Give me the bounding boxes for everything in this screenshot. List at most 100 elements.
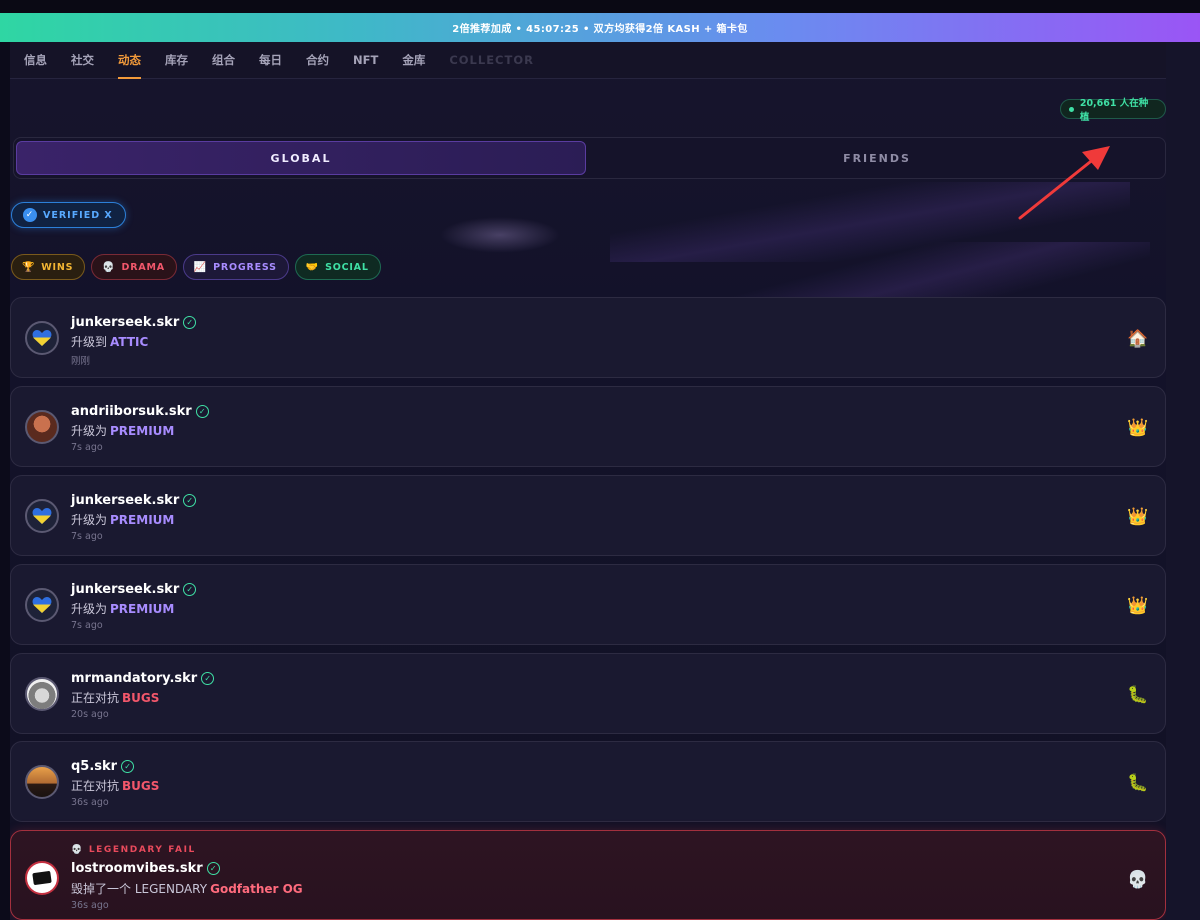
tab-feed[interactable]: 动态 <box>118 42 141 79</box>
skull-icon: 💀 <box>71 845 84 855</box>
skull-icon: 💀 <box>102 261 116 273</box>
background-glow <box>440 217 560 253</box>
feed-item-legendary-fail[interactable]: 💀 LEGENDARY FAIL lostroomvibes.skr ✓ 毁掉了… <box>10 830 1166 920</box>
trophy-icon: 🏆 <box>22 261 36 273</box>
username-text: mrmandatory.skr <box>71 671 198 686</box>
verified-check-icon: ✓ <box>195 405 209 418</box>
window-top-strip <box>0 0 1200 13</box>
timestamp: 7s ago <box>71 620 103 631</box>
timestamp: 7s ago <box>71 442 103 453</box>
activity-text: 升级为 PREMIUM <box>71 511 174 528</box>
feed-item[interactable]: q5.skr ✓ 正在对抗 BUGS 36s ago 🐛 <box>10 741 1166 822</box>
username[interactable]: andriiborsuk.skr ✓ <box>71 404 209 419</box>
action-target: Godfather OG <box>210 882 303 896</box>
avatar[interactable] <box>25 765 59 799</box>
username-text: q5.skr <box>71 759 118 774</box>
verified-filter-chip[interactable]: ✓ VERIFIED X <box>11 202 126 228</box>
top-tab-bar: 信息 社交 动态 库存 组合 每日 合约 NFT 金库 COLLECTOR <box>10 42 1166 79</box>
verified-check-icon: ✓ <box>206 862 220 875</box>
feed-item[interactable]: junkerseek.skr ✓ 升级到 ATTIC 刚刚 🏠 <box>10 297 1166 378</box>
action-verb: 毁掉了一个 LEGENDARY <box>71 882 208 896</box>
username[interactable]: junkerseek.skr ✓ <box>71 493 197 508</box>
activity-text: 升级为 PREMIUM <box>71 422 174 439</box>
filter-drama-chip[interactable]: 💀 DRAMA <box>91 254 177 280</box>
action-verb: 升级到 <box>71 335 108 349</box>
action-verb: 正在对抗 <box>71 691 120 705</box>
avatar[interactable] <box>25 677 59 711</box>
avatar[interactable] <box>25 321 59 355</box>
action-verb: 升级为 <box>71 424 108 438</box>
username-text: andriiborsuk.skr <box>71 404 192 419</box>
action-target: BUGS <box>122 779 160 793</box>
scope-toggle: GLOBAL FRIENDS <box>13 137 1166 179</box>
username[interactable]: q5.skr ✓ <box>71 759 135 774</box>
main-panel: 信息 社交 动态 库存 组合 每日 合约 NFT 金库 COLLECTOR 20… <box>10 42 1166 920</box>
action-verb: 正在对抗 <box>71 779 120 793</box>
avatar[interactable] <box>25 861 59 895</box>
verified-filter-label: VERIFIED X <box>43 209 113 221</box>
avatar[interactable] <box>25 588 59 622</box>
filter-drama-label: DRAMA <box>121 261 165 273</box>
handshake-icon: 🤝 <box>305 261 320 273</box>
tab-info[interactable]: 信息 <box>24 42 47 79</box>
crown-icon: 👑 <box>1127 507 1149 526</box>
username[interactable]: lostroomvibes.skr ✓ <box>71 861 220 876</box>
action-target: PREMIUM <box>110 602 175 616</box>
online-dot-icon <box>1069 106 1074 112</box>
tab-contracts[interactable]: 合约 <box>306 42 329 79</box>
timestamp: 7s ago <box>71 531 103 542</box>
action-target: ATTIC <box>110 335 149 349</box>
avatar[interactable] <box>25 499 59 533</box>
filter-social-label: SOCIAL <box>325 261 369 273</box>
filter-wins-chip[interactable]: 🏆 WINS <box>11 254 86 280</box>
timestamp: 36s ago <box>71 797 109 808</box>
verified-check-icon: ✓ <box>183 316 197 329</box>
filter-social-chip[interactable]: 🤝 SOCIAL <box>294 254 381 280</box>
logo-mark-icon <box>32 870 52 886</box>
tab-daily[interactable]: 每日 <box>259 42 282 79</box>
timestamp: 36s ago <box>71 900 109 911</box>
tab-social[interactable]: 社交 <box>71 42 94 79</box>
username-text: junkerseek.skr <box>71 315 180 330</box>
username[interactable]: junkerseek.skr ✓ <box>71 582 197 597</box>
category-filters: 🏆 WINS 💀 DRAMA 📈 PROGRESS 🤝 SOCIAL <box>11 254 381 280</box>
username-text: junkerseek.skr <box>71 582 180 597</box>
username[interactable]: mrmandatory.skr ✓ <box>71 671 215 686</box>
feed-item[interactable]: andriiborsuk.skr ✓ 升级为 PREMIUM 7s ago 👑 <box>10 386 1166 467</box>
feed-item[interactable]: junkerseek.skr ✓ 升级为 PREMIUM 7s ago 👑 <box>10 475 1166 556</box>
verified-check-icon: ✓ <box>121 760 135 773</box>
online-count-text: 20,661 人在种植 <box>1079 98 1149 123</box>
activity-text: 升级到 ATTIC <box>71 333 148 350</box>
tab-collector: COLLECTOR <box>449 53 534 67</box>
friends-tab-button[interactable]: FRIENDS <box>592 141 1162 175</box>
filter-wins-label: WINS <box>41 261 74 273</box>
activity-text: 升级为 PREMIUM <box>71 600 174 617</box>
username-text: junkerseek.skr <box>71 493 180 508</box>
tab-vault[interactable]: 金库 <box>402 42 425 79</box>
tab-combo[interactable]: 组合 <box>212 42 235 79</box>
username[interactable]: junkerseek.skr ✓ <box>71 315 197 330</box>
heart-avatar-icon <box>32 508 52 524</box>
filter-progress-chip[interactable]: 📈 PROGRESS <box>182 254 289 280</box>
timestamp: 刚刚 <box>71 356 91 367</box>
right-gutter <box>1166 42 1200 920</box>
username-text: lostroomvibes.skr <box>71 861 203 876</box>
action-target: PREMIUM <box>110 424 175 438</box>
feed-item[interactable]: mrmandatory.skr ✓ 正在对抗 BUGS 20s ago 🐛 <box>10 653 1166 734</box>
global-tab-button[interactable]: GLOBAL <box>16 141 586 175</box>
tab-nft[interactable]: NFT <box>353 42 378 79</box>
feed-item[interactable]: junkerseek.skr ✓ 升级为 PREMIUM 7s ago 👑 <box>10 564 1166 645</box>
action-verb: 升级为 <box>71 602 108 616</box>
legendary-fail-label: LEGENDARY FAIL <box>88 845 196 855</box>
tab-inventory[interactable]: 库存 <box>165 42 188 79</box>
skull-icon: 💀 <box>1127 870 1149 889</box>
heart-avatar-icon <box>32 597 52 613</box>
bug-icon: 🐛 <box>1127 773 1149 792</box>
verified-check-icon: ✓ <box>183 494 197 507</box>
online-count-badge: 20,661 人在种植 <box>1060 98 1166 123</box>
crown-icon: 👑 <box>1127 596 1149 615</box>
avatar[interactable] <box>25 410 59 444</box>
bug-icon: 🐛 <box>1127 685 1149 704</box>
promo-banner[interactable]: 2倍推荐加成 • 45:07:25 • 双方均获得2倍 KASH + 箱卡包 <box>0 13 1200 42</box>
heart-avatar-icon <box>32 330 52 346</box>
